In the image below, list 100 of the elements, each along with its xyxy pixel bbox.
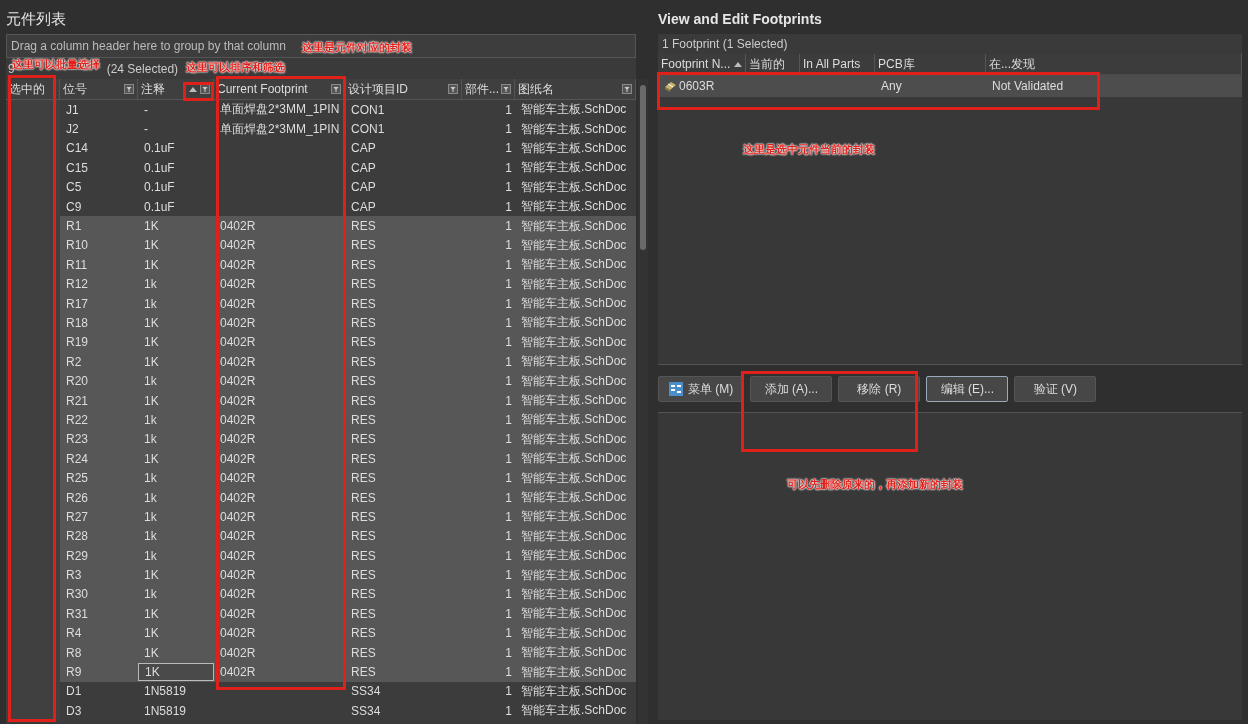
table-cell-text: R11 <box>65 256 89 274</box>
table-cell-text: RES <box>350 489 377 507</box>
action-button[interactable]: 添加 (A)... <box>750 376 833 402</box>
table-cell-text: R31 <box>65 605 89 623</box>
table-cell-text: RES <box>350 353 377 371</box>
filter-icon[interactable] <box>622 84 632 94</box>
table-cell-text: 1 <box>504 567 513 585</box>
table-cell-text: 1K <box>143 567 160 585</box>
table-cell-text: 1 <box>504 683 513 701</box>
filter-icon[interactable] <box>501 84 511 94</box>
component-row[interactable]: R11 1K 0402R RES 1 智能车主板.SchDoc <box>6 255 636 275</box>
column-header[interactable]: 选中的 <box>6 79 60 99</box>
action-button[interactable]: 移除 (R) <box>838 376 921 402</box>
table-cell-text: 1k <box>143 508 158 526</box>
sort-icon[interactable] <box>189 86 197 92</box>
filter-icon[interactable] <box>448 84 458 94</box>
table-cell-text: Not Validated <box>991 78 1065 95</box>
table-cell-text: Any <box>880 78 903 95</box>
component-row[interactable]: R24 1K 0402R RES 1 智能车主板.SchDoc <box>6 449 636 469</box>
table-cell-text: 智能车主板.SchDoc <box>520 624 628 642</box>
table-cell-text: 智能车主板.SchDoc <box>520 585 628 603</box>
table-cell-text: 0.1uF <box>143 140 176 158</box>
component-row[interactable]: R20 1k 0402R RES 1 智能车主板.SchDoc <box>6 371 636 391</box>
table-cell-text: D3 <box>65 702 83 720</box>
table-cell-text: R28 <box>65 528 89 546</box>
column-header[interactable]: 位号 <box>60 79 138 99</box>
table-cell-text: 智能车主板.SchDoc <box>520 353 628 371</box>
table-cell-text: 智能车主板.SchDoc <box>520 566 628 584</box>
table-cell-text: 智能车主板.SchDoc <box>520 275 628 293</box>
component-row[interactable]: R3 1K 0402R RES 1 智能车主板.SchDoc <box>6 565 636 585</box>
column-header[interactable]: 在...发现 <box>986 54 1242 74</box>
table-cell-text: R23 <box>65 431 89 449</box>
component-row[interactable]: R25 1k 0402R RES 1 智能车主板.SchDoc <box>6 468 636 488</box>
table-cell-text: C14 <box>65 140 89 158</box>
table-cell-text: 0402R <box>219 237 257 255</box>
table-cell-text: R30 <box>65 586 89 604</box>
scrollbar[interactable] <box>638 79 648 724</box>
table-cell-text: R22 <box>65 411 89 429</box>
column-header[interactable]: 注释 <box>138 79 214 99</box>
component-row[interactable]: R9 1K 0402R RES 1 智能车主板.SchDoc <box>6 662 636 682</box>
table-cell-text: 1 <box>504 547 513 565</box>
table-cell-text: R17 <box>65 295 89 313</box>
column-header[interactable]: Footprint N... <box>658 54 746 74</box>
table-cell-text: CON1 <box>350 121 386 139</box>
action-button[interactable]: 编辑 (E)... <box>926 376 1009 402</box>
table-cell-text: 0402R <box>219 411 257 429</box>
table-cell-text: SS34 <box>350 683 382 701</box>
table-cell-text: 1k <box>143 586 158 604</box>
table-cell-text: 智能车主板.SchDoc <box>520 430 628 448</box>
table-cell-text: R25 <box>65 470 89 488</box>
table-cell-text: RES <box>350 508 377 526</box>
table-cell-text: 智能车主板.SchDoc <box>520 217 628 235</box>
action-button[interactable]: 验证 (V) <box>1014 376 1097 402</box>
filter-icon[interactable] <box>200 84 210 94</box>
table-cell-text: 1 <box>504 489 513 507</box>
table-cell-text: 0402R <box>219 392 257 410</box>
table-cell-text: 1 <box>504 315 513 332</box>
table-cell-text: 1 <box>504 334 513 352</box>
column-header[interactable]: 图纸名 <box>515 79 636 99</box>
table-cell-text: 1 <box>504 392 513 410</box>
table-cell-text: 0402R <box>219 353 257 371</box>
component-row[interactable]: R18 1K 0402R RES 1 智能车主板.SchDoc <box>6 313 636 333</box>
table-cell: 1K <box>138 663 214 681</box>
component-row[interactable]: R2 1K 0402R RES 1 智能车主板.SchDoc <box>6 352 636 372</box>
table-cell-text: 1K <box>143 256 160 274</box>
component-row[interactable]: R1 1K 0402R RES 1 智能车主板.SchDoc <box>6 216 636 236</box>
group-hint: Drag a column header here to group by that column <box>11 39 286 53</box>
footprint-icon <box>664 80 677 92</box>
column-header[interactable]: 部件... <box>462 79 515 99</box>
table-cell-text: 1 <box>504 295 513 313</box>
filter-icon[interactable] <box>124 84 134 94</box>
table-cell-text: R20 <box>65 373 89 391</box>
table-cell-text: 1 <box>504 140 513 158</box>
column-header[interactable]: PCB库 <box>875 54 986 74</box>
table-cell-text: 1k <box>143 411 158 429</box>
table-cell-text: 0.1uF <box>143 198 176 216</box>
table-cell-text: 0402R <box>219 567 257 585</box>
filter-icon[interactable] <box>331 84 341 94</box>
component-row[interactable]: R31 1K 0402R RES 1 智能车主板.SchDoc <box>6 604 636 624</box>
column-header[interactable]: In All Parts <box>800 54 875 74</box>
column-header[interactable]: 当前的 <box>746 54 800 74</box>
sort-icon[interactable] <box>734 61 742 67</box>
table-cell-text: R27 <box>65 508 89 526</box>
table-cell-text: 智能车主板.SchDoc <box>520 527 628 545</box>
component-row[interactable]: R22 1k 0402R RES 1 智能车主板.SchDoc <box>6 410 636 430</box>
table-cell-text: 1K <box>143 334 160 352</box>
footprint-row[interactable]: 0603R Any Not Validated <box>658 75 1242 97</box>
table-cell-text: D1 <box>65 683 83 701</box>
table-cell-text: 智能车主板.SchDoc <box>520 372 628 390</box>
column-header[interactable]: 设计项目ID <box>345 79 462 99</box>
table-cell-text: 智能车主板.SchDoc <box>520 508 628 526</box>
table-cell-text: RES <box>350 528 377 546</box>
table-cell-text: J2 <box>65 121 80 139</box>
table-cell-text: 1 <box>504 528 513 546</box>
annotation-note: 可以先删除原来的，再添加新的封装 <box>787 477 963 492</box>
table-cell-text: RES <box>350 644 377 662</box>
table-cell-text: 0.1uF <box>143 179 176 197</box>
component-row[interactable]: R27 1k 0402R RES 1 智能车主板.SchDoc <box>6 507 636 527</box>
table-cell-text: RES <box>350 276 377 294</box>
table-cell-text: R19 <box>65 334 89 352</box>
